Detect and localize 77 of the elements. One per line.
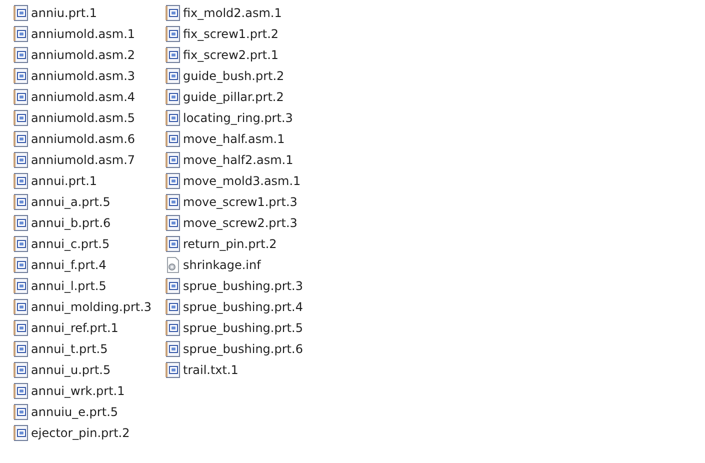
file-name[interactable]: move_half2.asm.1: [183, 152, 294, 168]
file-name[interactable]: annui_l.prt.5: [31, 278, 106, 294]
document-icon: [13, 88, 29, 104]
document-icon: [13, 256, 29, 272]
file-name[interactable]: sprue_bushing.prt.3: [183, 278, 303, 294]
document-icon: [165, 320, 181, 336]
file-name[interactable]: anniumold.asm.2: [31, 46, 136, 62]
file-name[interactable]: anniumold.asm.3: [31, 68, 136, 84]
document-icon: [13, 362, 29, 378]
document-icon: [165, 172, 181, 188]
document-icon: [13, 278, 29, 294]
file-name[interactable]: annui_ref.prt.1: [31, 320, 118, 336]
document-icon: [165, 68, 181, 84]
file-name[interactable]: guide_pillar.prt.2: [183, 88, 284, 104]
document-icon: [13, 214, 29, 230]
file-name[interactable]: anniumold.asm.4: [31, 88, 136, 104]
file-name[interactable]: move_screw1.prt.3: [183, 194, 298, 210]
file-name[interactable]: annui_b.prt.6: [31, 214, 111, 230]
file-name[interactable]: guide_bush.prt.2: [183, 68, 284, 84]
file-name[interactable]: annui_wrk.prt.1: [31, 382, 125, 398]
document-icon: [13, 68, 29, 84]
file-name[interactable]: sprue_bushing.prt.5: [183, 320, 303, 336]
file-name[interactable]: move_screw2.prt.3: [183, 214, 298, 230]
document-icon: [13, 26, 29, 42]
file-name[interactable]: trail.txt.1: [183, 362, 238, 378]
file-name[interactable]: anniumold.asm.6: [31, 130, 136, 146]
document-icon: [13, 424, 29, 440]
file-name[interactable]: annui_a.prt.5: [31, 194, 110, 210]
file-name[interactable]: locating_ring.prt.3: [183, 110, 293, 126]
document-icon: [165, 194, 181, 210]
file-name[interactable]: annui_u.prt.5: [31, 362, 111, 378]
file-name[interactable]: sprue_bushing.prt.4: [183, 298, 303, 314]
document-icon: [13, 320, 29, 336]
file-name[interactable]: fix_screw1.prt.2: [183, 26, 279, 42]
document-icon: [165, 236, 181, 252]
file-name[interactable]: sprue_bushing.prt.6: [183, 340, 303, 356]
document-icon: [13, 298, 29, 314]
document-icon: [165, 88, 181, 104]
document-icon: [165, 130, 181, 146]
file-name[interactable]: return_pin.prt.2: [183, 236, 277, 252]
document-icon: [13, 236, 29, 252]
file-name[interactable]: annuiu_e.prt.5: [31, 404, 118, 420]
document-icon: [13, 340, 29, 356]
document-icon: [165, 298, 181, 314]
document-icon: [165, 26, 181, 42]
document-icon: [13, 4, 29, 20]
file-name[interactable]: annui_molding.prt.3: [31, 298, 152, 314]
document-icon: [13, 194, 29, 210]
document-icon: [165, 4, 181, 20]
document-icon: [13, 152, 29, 168]
document-icon: [13, 172, 29, 188]
file-name[interactable]: annui_t.prt.5: [31, 340, 108, 356]
file-name[interactable]: fix_mold2.asm.1: [183, 4, 282, 20]
document-icon: [165, 340, 181, 356]
file-name[interactable]: anniumold.asm.5: [31, 110, 136, 126]
file-name[interactable]: annui_f.prt.4: [31, 256, 106, 272]
file-name[interactable]: shrinkage.inf: [183, 256, 261, 272]
file-name[interactable]: move_half.asm.1: [183, 130, 285, 146]
file-name[interactable]: annui.prt.1: [31, 172, 98, 188]
document-icon: [165, 110, 181, 126]
file-name[interactable]: anniu.prt.1: [31, 4, 98, 20]
file-name[interactable]: anniumold.asm.7: [31, 152, 136, 168]
file-name[interactable]: ejector_pin.prt.2: [31, 424, 130, 440]
document-icon: [165, 152, 181, 168]
document-icon: [165, 362, 181, 378]
file-name[interactable]: fix_screw2.prt.1: [183, 46, 279, 62]
document-icon: [165, 278, 181, 294]
document-icon: [13, 382, 29, 398]
document-icon: [165, 46, 181, 62]
document-icon: [165, 214, 181, 230]
file-name[interactable]: move_mold3.asm.1: [183, 172, 301, 188]
document-icon: [13, 404, 29, 420]
document-icon: [13, 46, 29, 62]
document-icon: [13, 130, 29, 146]
document-icon: [13, 110, 29, 126]
file-name[interactable]: annui_c.prt.5: [31, 236, 110, 252]
file-name[interactable]: anniumold.asm.1: [31, 26, 136, 42]
